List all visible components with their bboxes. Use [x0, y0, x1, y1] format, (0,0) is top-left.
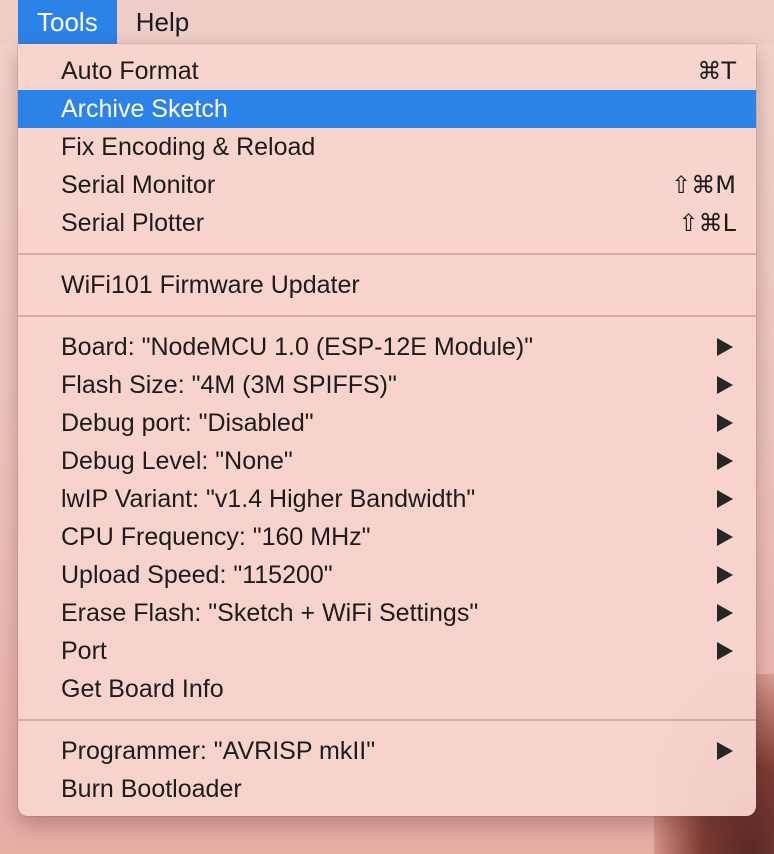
menu-item-label: Upload Speed: "115200": [61, 560, 333, 589]
shortcut-label: ⇧⌘M: [671, 171, 736, 199]
submenu-arrow-icon: [717, 604, 733, 622]
menu-item-upload-speed[interactable]: Upload Speed: "115200": [18, 556, 756, 594]
menu-item-label: Board: "NodeMCU 1.0 (ESP-12E Module)": [61, 332, 534, 361]
menu-item-label: Archive Sketch: [61, 94, 228, 123]
menu-item-label: Fix Encoding & Reload: [61, 132, 316, 161]
menu-item-label: Port: [61, 636, 107, 665]
menu-item-label: Serial Plotter: [61, 208, 205, 237]
menubar-tools[interactable]: Tools: [18, 0, 117, 44]
menu-item-label: CPU Frequency: "160 MHz": [61, 522, 371, 551]
menu-item-label: lwIP Variant: "v1.4 Higher Bandwidth": [61, 484, 476, 513]
menu-bar: Tools Help: [0, 0, 774, 44]
menu-item-erase-flash[interactable]: Erase Flash: "Sketch + WiFi Settings": [18, 594, 756, 632]
tools-dropdown-menu: Auto Format ⌘T Archive Sketch Fix Encodi…: [18, 44, 756, 816]
menubar-help[interactable]: Help: [117, 0, 208, 44]
menu-item-programmer[interactable]: Programmer: "AVRISP mkII": [18, 732, 756, 770]
menu-item-label: Flash Size: "4M (3M SPIFFS)": [61, 370, 397, 399]
menu-item-fix-encoding-reload[interactable]: Fix Encoding & Reload: [18, 128, 756, 166]
menu-item-flash-size[interactable]: Flash Size: "4M (3M SPIFFS)": [18, 366, 756, 404]
menu-item-cpu-frequency[interactable]: CPU Frequency: "160 MHz": [18, 518, 756, 556]
submenu-arrow-icon: [717, 528, 733, 546]
menu-item-port[interactable]: Port: [18, 632, 756, 670]
menu-item-debug-port[interactable]: Debug port: "Disabled": [18, 404, 756, 442]
menu-item-label: Serial Monitor: [61, 170, 216, 199]
menu-item-label: WiFi101 Firmware Updater: [61, 270, 360, 299]
submenu-arrow-icon: [717, 642, 733, 660]
menu-item-auto-format[interactable]: Auto Format ⌘T: [18, 52, 756, 90]
submenu-arrow-icon: [717, 742, 733, 760]
menu-item-serial-monitor[interactable]: Serial Monitor ⇧⌘M: [18, 166, 756, 204]
menu-item-serial-plotter[interactable]: Serial Plotter ⇧⌘L: [18, 204, 756, 242]
menu-item-label: Debug Level: "None": [61, 446, 293, 475]
menu-item-lwip-variant[interactable]: lwIP Variant: "v1.4 Higher Bandwidth": [18, 480, 756, 518]
menu-item-label: Debug port: "Disabled": [61, 408, 314, 437]
menu-item-label: Get Board Info: [61, 674, 224, 703]
menu-separator: [18, 242, 756, 266]
menu-item-label: Programmer: "AVRISP mkII": [61, 736, 376, 765]
menu-item-board[interactable]: Board: "NodeMCU 1.0 (ESP-12E Module)": [18, 328, 756, 366]
submenu-arrow-icon: [717, 338, 733, 356]
shortcut-label: ⌘T: [697, 57, 736, 85]
submenu-arrow-icon: [717, 376, 733, 394]
menu-item-label: Erase Flash: "Sketch + WiFi Settings": [61, 598, 479, 627]
submenu-arrow-icon: [717, 414, 733, 432]
menu-item-burn-bootloader[interactable]: Burn Bootloader: [18, 770, 756, 808]
menu-separator: [18, 708, 756, 732]
menu-item-label: Burn Bootloader: [61, 774, 242, 803]
menu-item-label: Auto Format: [61, 56, 199, 85]
shortcut-label: ⇧⌘L: [678, 209, 736, 237]
menu-item-wifi101-firmware-updater[interactable]: WiFi101 Firmware Updater: [18, 266, 756, 304]
menu-separator: [18, 304, 756, 328]
menu-item-get-board-info[interactable]: Get Board Info: [18, 670, 756, 708]
menu-item-archive-sketch[interactable]: Archive Sketch: [18, 90, 756, 128]
menu-item-debug-level[interactable]: Debug Level: "None": [18, 442, 756, 480]
submenu-arrow-icon: [717, 490, 733, 508]
submenu-arrow-icon: [717, 566, 733, 584]
submenu-arrow-icon: [717, 452, 733, 470]
